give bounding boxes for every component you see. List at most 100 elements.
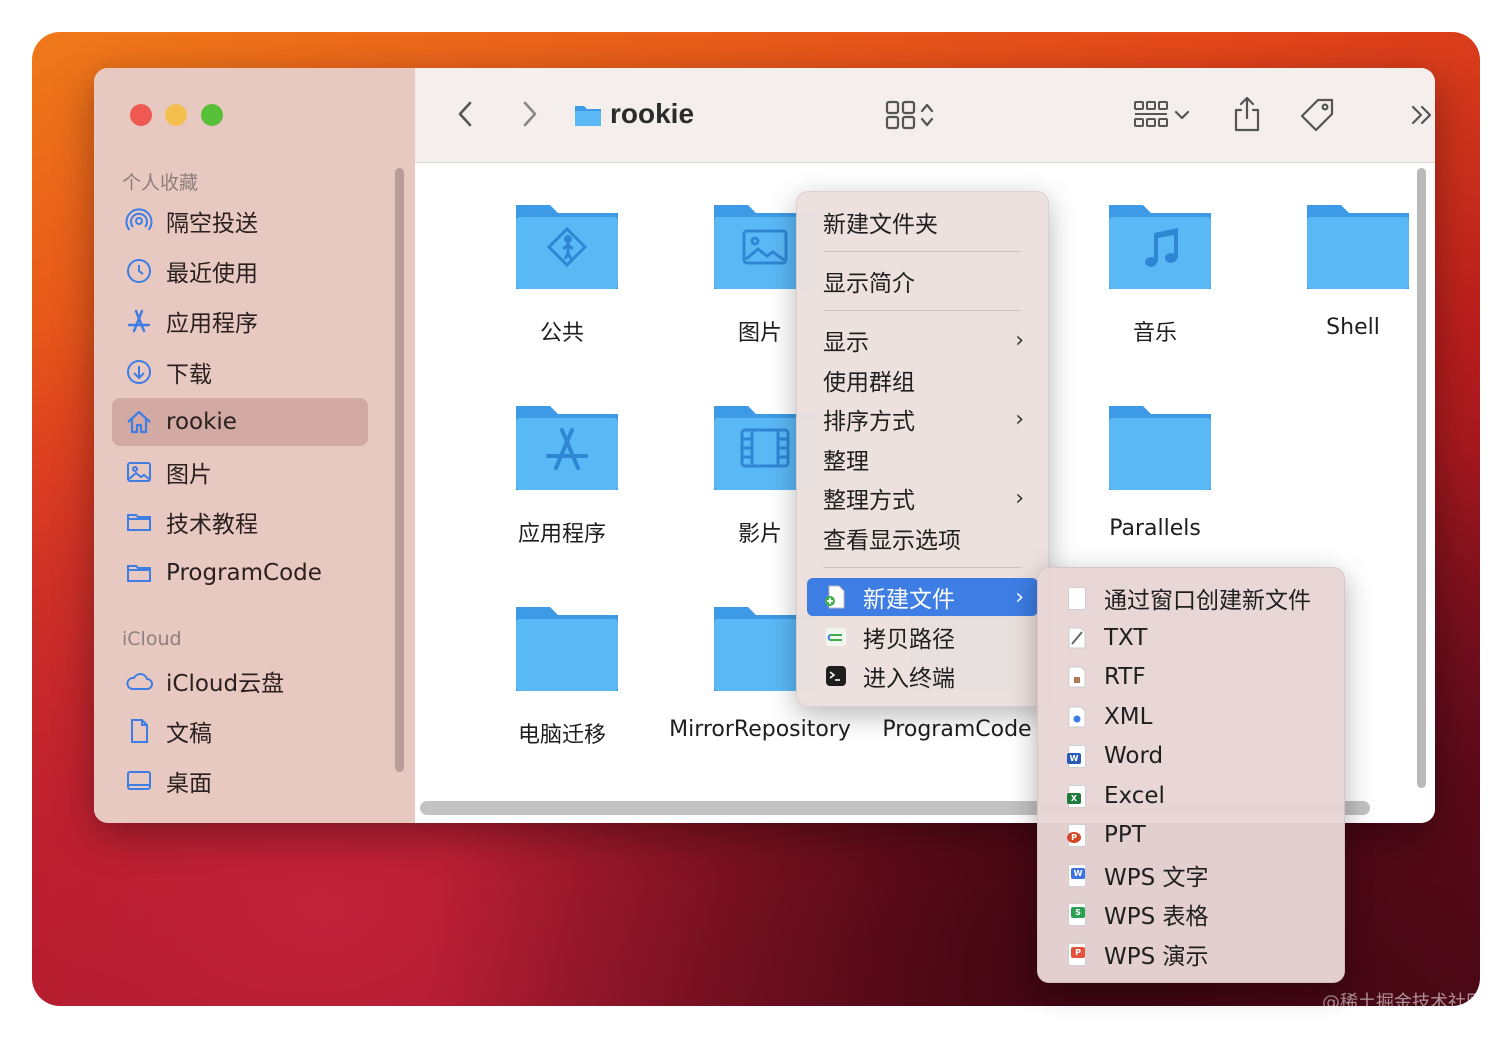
submenu-item-label: TXT [1104, 625, 1148, 651]
sidebar-item-airdrop[interactable]: 隔空投送 [112, 197, 368, 245]
sidebar-scrollbar[interactable] [395, 168, 404, 772]
submenu-item-label: PPT [1104, 822, 1146, 848]
ppt-file-icon: P [1066, 822, 1088, 848]
terminal-icon [823, 663, 849, 689]
menu-item-label: 显示 [823, 330, 869, 356]
menu-item-label: 进入终端 [863, 666, 955, 692]
submenu-item-new-from-window[interactable]: 通过窗口创建新文件 [1048, 579, 1334, 617]
submenu-item-label: XML [1104, 704, 1153, 730]
chevron-right-icon: › [1015, 407, 1024, 432]
forward-button[interactable] [515, 96, 545, 132]
clock-icon [124, 256, 154, 286]
back-button[interactable] [450, 96, 480, 132]
sidebar-item-recents[interactable]: 最近使用 [112, 247, 368, 295]
sidebar-item-pictures[interactable]: 图片 [112, 448, 368, 496]
minimize-button[interactable] [165, 104, 187, 126]
sidebar-item-label: 技术教程 [166, 512, 258, 538]
menu-item-label: 显示简介 [823, 271, 915, 297]
menu-item-view-options[interactable]: 查看显示选项 [807, 519, 1038, 557]
folder-item[interactable]: 公共 [472, 197, 652, 377]
context-menu: 新建文件夹 显示简介 显示 › 使用群组 排序方式 › 整理 整理方式 › 查看… [796, 191, 1049, 707]
submenu-item-label: 通过窗口创建新文件 [1104, 588, 1311, 614]
download-icon [124, 357, 154, 387]
toolbar: rookie [415, 68, 1435, 163]
sidebar-item-tutorials[interactable]: 技术教程 [112, 498, 368, 546]
menu-separator [823, 251, 1021, 252]
zoom-button[interactable] [201, 104, 223, 126]
document-icon [124, 716, 154, 746]
sidebar-item-icloud-drive[interactable]: iCloud云盘 [112, 657, 368, 705]
submenu-item-rtf[interactable]: RTF [1048, 658, 1334, 696]
wps-writer-icon: W [1066, 862, 1088, 888]
tag-button[interactable] [1297, 94, 1337, 136]
share-button[interactable] [1227, 92, 1267, 136]
more-toolbar-button[interactable] [1405, 98, 1435, 132]
watermark: @稀土掘金技术社区 [1322, 992, 1484, 1013]
menu-item-label: 使用群组 [823, 370, 915, 396]
menu-item-use-groups[interactable]: 使用群组 [807, 361, 1038, 399]
vertical-scrollbar[interactable] [1417, 168, 1426, 788]
menu-item-new-folder[interactable]: 新建文件夹 [807, 203, 1038, 241]
window-title: rookie [610, 98, 695, 129]
txt-file-icon [1066, 625, 1088, 651]
sidebar-item-label: iCloud云盘 [166, 671, 285, 697]
submenu-item-label: WPS 演示 [1104, 944, 1209, 970]
folder-name: Shell [1326, 315, 1380, 340]
icloud-header: iCloud [122, 628, 182, 650]
submenu-item-label: WPS 文字 [1104, 865, 1209, 891]
double-chevron-icon [1411, 105, 1432, 125]
menu-item-clean-up-by[interactable]: 整理方式 › [807, 479, 1038, 517]
view-mode-button[interactable] [875, 96, 945, 134]
folder-item[interactable]: 电脑迁移 [472, 599, 652, 779]
submenu-item-xml[interactable]: XML [1048, 698, 1334, 736]
group-button[interactable] [1125, 96, 1199, 134]
sidebar-item-downloads[interactable]: 下载 [112, 348, 368, 396]
folder-name: 应用程序 [517, 522, 606, 547]
close-button[interactable] [130, 104, 152, 126]
airdrop-icon [124, 206, 154, 236]
sidebar-item-desktop[interactable]: 桌面 [112, 757, 368, 805]
wps-sheet-icon: S [1066, 901, 1088, 927]
sidebar-item-label: rookie [166, 409, 237, 435]
folder-item[interactable]: 音乐 [1065, 197, 1245, 377]
blank-file-icon [1066, 585, 1088, 611]
submenu-item-wps-sheet[interactable]: S WPS 表格 [1048, 895, 1334, 933]
favorites-header: 个人收藏 [122, 172, 199, 194]
submenu-item-excel[interactable]: X Excel [1048, 777, 1334, 815]
sidebar-item-label: 下载 [166, 362, 212, 388]
sidebar-item-rookie[interactable]: rookie [112, 398, 368, 446]
menu-item-get-info[interactable]: 显示简介 [807, 262, 1038, 300]
menu-item-label: 排序方式 [823, 409, 915, 435]
folder-icon [124, 507, 154, 537]
menu-item-open-terminal[interactable]: 进入终端 [807, 657, 1038, 695]
folder-icon [516, 607, 618, 691]
sidebar-item-documents[interactable]: 文稿 [112, 707, 368, 755]
folder-item[interactable]: Parallels [1065, 398, 1245, 578]
folder-item[interactable]: 应用程序 [472, 398, 652, 578]
public-folder-icon [516, 205, 618, 289]
submenu-item-word[interactable]: W Word [1048, 737, 1334, 775]
menu-item-new-file[interactable]: 新建文件 › [807, 578, 1038, 616]
chevron-right-icon [523, 101, 537, 127]
menu-item-sort-by[interactable]: 排序方式 › [807, 400, 1038, 438]
desktop-icon [124, 766, 154, 796]
music-folder-icon [1109, 205, 1211, 289]
sidebar-item-label: 隔空投送 [166, 211, 258, 237]
folder-icon [1307, 205, 1409, 289]
menu-item-clean-up[interactable]: 整理 [807, 440, 1038, 478]
chevron-right-icon: › [1015, 328, 1024, 353]
submenu-item-label: Excel [1104, 783, 1165, 809]
menu-item-show[interactable]: 显示 › [807, 321, 1038, 359]
sidebar-item-applications[interactable]: 应用程序 [112, 297, 368, 345]
submenu-item-txt[interactable]: TXT [1048, 619, 1334, 657]
updown-icon [920, 103, 934, 127]
menu-separator [823, 310, 1021, 311]
folder-item[interactable]: Shell [1263, 197, 1435, 377]
sidebar-item-programcode[interactable]: ProgramCode [112, 549, 368, 597]
submenu-item-ppt[interactable]: P PPT [1048, 816, 1334, 854]
submenu-item-wps-writer[interactable]: W WPS 文字 [1048, 856, 1334, 894]
submenu-item-wps-presentation[interactable]: P WPS 演示 [1048, 935, 1334, 973]
folder-icon [1109, 406, 1211, 490]
menu-item-copy-path[interactable]: 拷贝路径 [807, 618, 1038, 656]
sidebar-item-label: 文稿 [166, 721, 212, 747]
